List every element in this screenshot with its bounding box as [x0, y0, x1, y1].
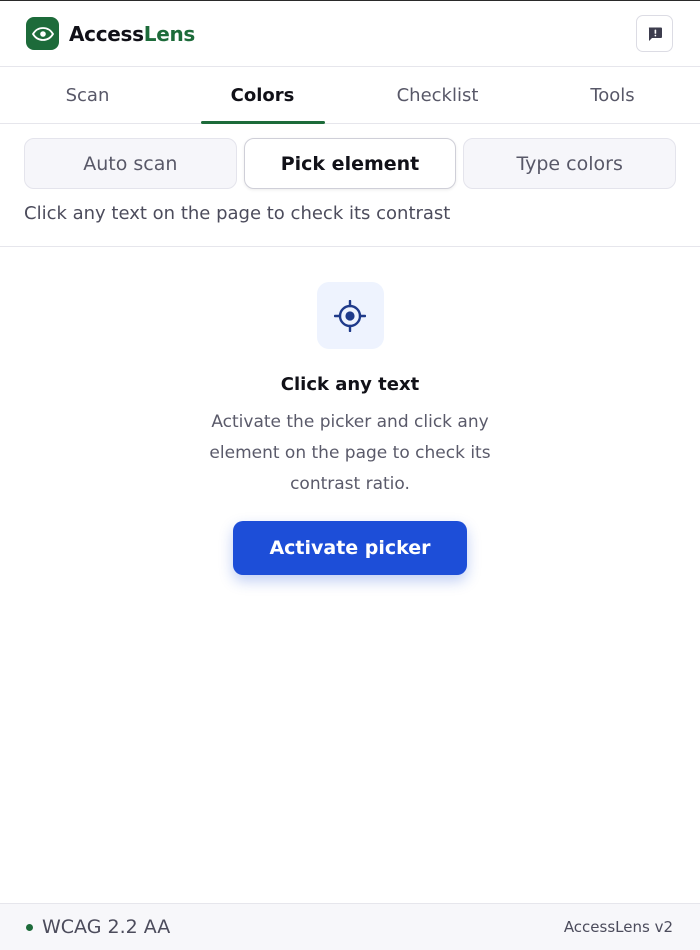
- mode-auto-scan[interactable]: Auto scan: [24, 138, 237, 189]
- status-dot: [26, 923, 33, 931]
- tab-scan[interactable]: Scan: [0, 67, 175, 123]
- main-tabs: Scan Colors Checklist Tools: [0, 67, 700, 124]
- mode-selector: Auto scan Pick element Type colors: [24, 138, 677, 189]
- tab-colors[interactable]: Colors: [175, 67, 350, 123]
- mode-type-colors[interactable]: Type colors: [463, 138, 677, 189]
- wcag-standard-label: WCAG 2.2 AA: [42, 916, 171, 938]
- feedback-button[interactable]: [636, 15, 673, 52]
- app-name: AccessLens: [69, 22, 195, 46]
- header: AccessLens: [0, 1, 700, 67]
- footer: WCAG 2.2 AA AccessLens v2: [0, 903, 700, 950]
- mode-pick-element[interactable]: Pick element: [243, 138, 457, 189]
- empty-state: Click any text Activate the picker and c…: [0, 247, 700, 903]
- eye-icon: [26, 17, 59, 50]
- wcag-status: WCAG 2.2 AA: [26, 916, 170, 938]
- mode-section: Auto scan Pick element Type colors Click…: [0, 124, 700, 247]
- brand-name-accent: Lens: [143, 21, 196, 46]
- brand-name-primary: Access: [69, 21, 144, 46]
- empty-state-title: Click any text: [280, 374, 420, 395]
- activate-picker-button[interactable]: Activate picker: [233, 521, 467, 575]
- brand: AccessLens: [26, 17, 195, 50]
- tab-checklist[interactable]: Checklist: [350, 67, 525, 123]
- empty-state-description: Activate the picker and click any elemen…: [209, 412, 491, 494]
- feedback-icon: [648, 27, 662, 41]
- tab-tools[interactable]: Tools: [525, 67, 700, 123]
- accesslens-panel: AccessLens Scan Colors Checklist Tools A…: [0, 0, 700, 950]
- crosshair-icon: [316, 282, 384, 349]
- mode-hint: Click any text on the page to check its …: [24, 203, 451, 224]
- version-label: AccessLens v2: [563, 918, 673, 936]
